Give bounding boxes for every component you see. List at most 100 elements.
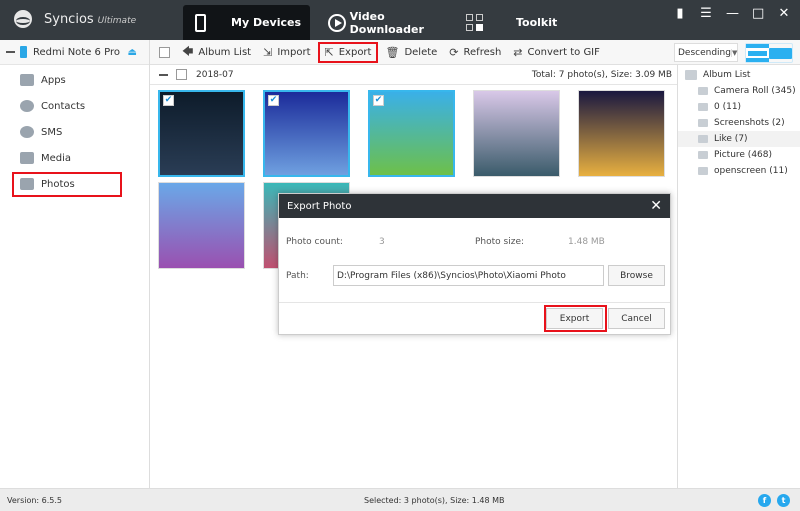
version-text: Version: 6.5.5: [7, 495, 63, 505]
device-phone-icon: [20, 46, 27, 58]
export-button[interactable]: ⇱ Export: [317, 41, 379, 63]
album-label: Picture (468): [714, 150, 773, 160]
calendar-icon: [746, 48, 769, 58]
highlight-box: [544, 305, 607, 332]
checkbox[interactable]: [159, 46, 170, 58]
dialog-title: Export Photo: [287, 200, 352, 212]
eject-icon[interactable]: ⏏: [128, 47, 137, 58]
photo-size-value: 1.48 MB: [568, 237, 605, 247]
import-button[interactable]: ⇲ Import: [258, 42, 315, 63]
sidebar-item-contacts[interactable]: Contacts: [0, 93, 149, 119]
maximize-icon[interactable]: □: [752, 6, 764, 21]
clipboard-view-button[interactable]: [769, 44, 792, 62]
photo-count-value: 3: [379, 237, 385, 247]
apps-icon: [20, 74, 34, 86]
twitter-icon[interactable]: t: [777, 493, 790, 507]
camera-icon: [698, 87, 708, 95]
menu-icon[interactable]: ☰: [700, 6, 712, 21]
highlight-box: [12, 172, 122, 197]
button-label: Delete: [404, 46, 438, 58]
album-label: openscreen (11): [714, 166, 788, 176]
album-list-button[interactable]: 🡄 Album List: [177, 42, 256, 63]
sidebar-item-photos[interactable]: Photos: [0, 171, 149, 197]
album-item[interactable]: Camera Roll (345): [678, 83, 800, 99]
close-icon[interactable]: ✕: [650, 198, 662, 214]
sort-select[interactable]: Descending ▼: [674, 43, 738, 62]
checked-icon[interactable]: ✔: [268, 95, 279, 106]
image-icon: [698, 151, 708, 159]
album-item[interactable]: Like (7): [678, 131, 800, 147]
button-label: Refresh: [463, 46, 502, 58]
group-total: Total: 7 photo(s), Size: 3.09 MB: [531, 69, 672, 80]
button-label: Import: [277, 46, 311, 58]
close-icon[interactable]: ✕: [778, 6, 790, 21]
sidebar-item-apps[interactable]: Apps: [0, 67, 149, 93]
image-icon: [698, 103, 708, 111]
device-row[interactable]: Redmi Note 6 Pro ⏏: [0, 40, 149, 65]
photo-thumbnail[interactable]: [473, 90, 560, 177]
checked-icon[interactable]: ✔: [163, 95, 174, 106]
button-label: Album List: [198, 46, 252, 58]
album-item[interactable]: 0 (11): [678, 99, 800, 115]
select-all-checkbox[interactable]: [154, 42, 175, 63]
tab-video-downloader[interactable]: Video Downloader: [320, 5, 460, 40]
photo-thumbnail[interactable]: ✔: [263, 90, 350, 177]
sidebar-item-label: Apps: [41, 74, 66, 86]
album-item[interactable]: Picture (468): [678, 147, 800, 163]
photo-size-label: Photo size:: [475, 237, 525, 247]
refresh-icon: ⟳: [449, 45, 459, 59]
dialog-title-bar: Export Photo ✕: [279, 194, 670, 218]
album-list-header[interactable]: Album List: [678, 67, 800, 83]
refresh-button[interactable]: ⟳ Refresh: [444, 42, 506, 63]
album-label: 0 (11): [714, 102, 742, 112]
photo-thumbnail[interactable]: [158, 182, 245, 269]
photo-thumbnail[interactable]: ✔: [158, 90, 245, 177]
app-name-text: Syncios: [44, 12, 94, 27]
divider: [279, 302, 670, 303]
path-label: Path:: [286, 271, 309, 281]
facebook-icon[interactable]: f: [758, 493, 771, 507]
calendar-view-button[interactable]: [746, 44, 769, 62]
export-photo-dialog: Export Photo ✕ Photo count: 3 Photo size…: [278, 193, 671, 335]
button-label: Browse: [620, 270, 653, 281]
collapse-icon[interactable]: [6, 51, 15, 53]
album-header-label: Album List: [703, 70, 751, 80]
sidebar-item-label: Contacts: [41, 100, 86, 112]
album-panel: Album List Camera Roll (345) 0 (11) Scre…: [677, 65, 800, 488]
photo-thumbnail[interactable]: ✔: [368, 90, 455, 177]
album-item[interactable]: Screenshots (2): [678, 115, 800, 131]
tab-toolkit[interactable]: Toolkit: [460, 5, 570, 40]
syncios-logo-icon: [14, 10, 32, 28]
view-toggle: [745, 43, 793, 63]
photo-count-label: Photo count:: [286, 237, 343, 247]
feedback-icon[interactable]: ▮: [674, 6, 686, 21]
album-icon: [685, 70, 697, 80]
group-checkbox[interactable]: [176, 69, 187, 80]
delete-button[interactable]: 🗑 Delete: [380, 42, 442, 63]
album-item[interactable]: openscreen (11): [678, 163, 800, 179]
path-value: D:\Program Files (x86)\Syncios\Photo\Xia…: [337, 270, 566, 281]
browse-button[interactable]: Browse: [608, 265, 665, 286]
contacts-icon: [20, 100, 34, 112]
tab-my-devices[interactable]: My Devices: [183, 5, 310, 40]
sidebar-item-media[interactable]: Media: [0, 145, 149, 171]
photo-thumbnail[interactable]: [578, 90, 665, 177]
export-icon: ⇱: [324, 45, 334, 59]
image-icon: [698, 167, 708, 175]
import-icon: ⇲: [263, 45, 273, 59]
sidebar-item-sms[interactable]: SMS: [0, 119, 149, 145]
sidebar-item-label: SMS: [41, 126, 63, 138]
convert-gif-button[interactable]: ⇄ Convert to GIF: [508, 42, 605, 63]
collapse-icon[interactable]: [159, 73, 168, 76]
path-input[interactable]: D:\Program Files (x86)\Syncios\Photo\Xia…: [333, 265, 604, 286]
checked-icon[interactable]: ✔: [373, 95, 384, 106]
tab-label: My Devices: [231, 16, 302, 29]
minimize-icon[interactable]: —: [726, 6, 739, 21]
app-edition: Ultimate: [97, 16, 137, 26]
arrow-left-icon: 🡄: [182, 44, 194, 58]
phone-icon: [195, 13, 206, 32]
cancel-button[interactable]: Cancel: [608, 308, 665, 329]
chevron-down-icon: ▼: [730, 48, 738, 57]
button-label: Cancel: [621, 313, 652, 324]
sidebar-item-label: Media: [41, 152, 72, 164]
